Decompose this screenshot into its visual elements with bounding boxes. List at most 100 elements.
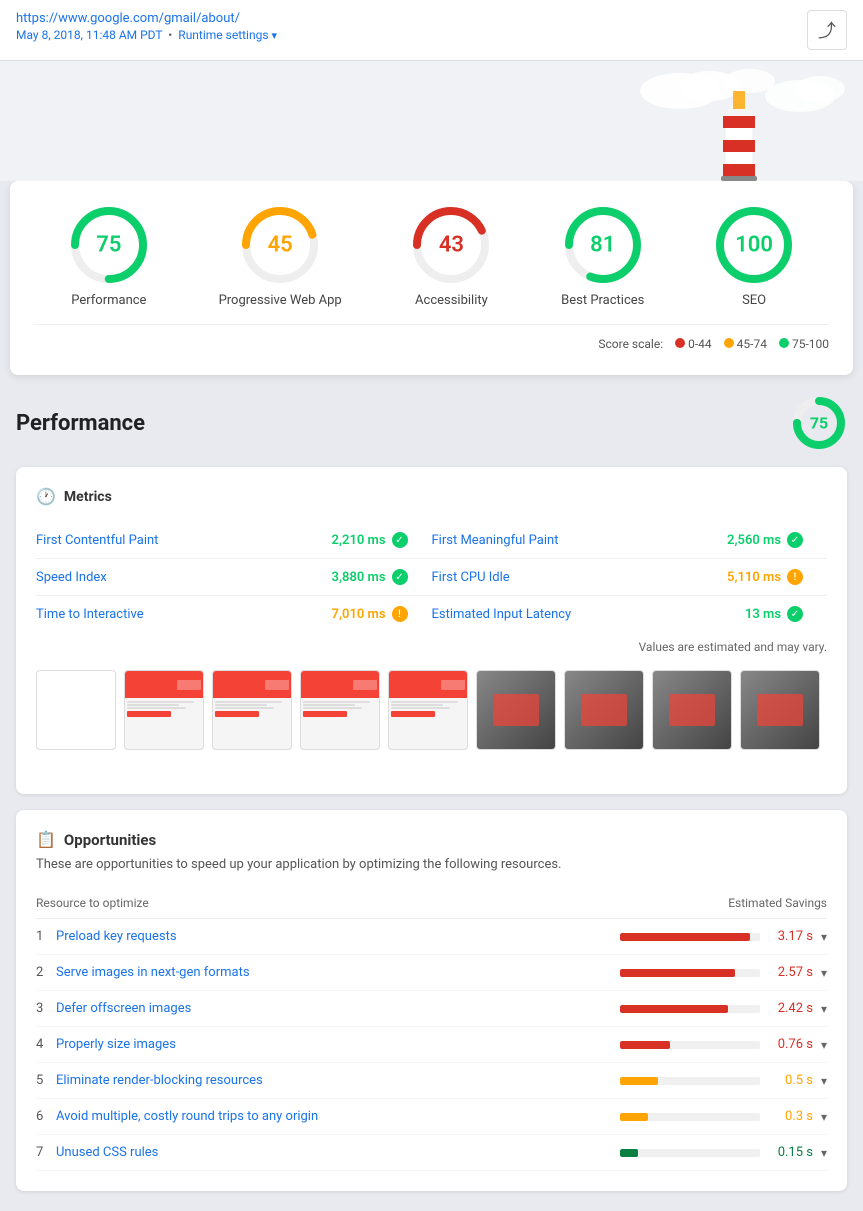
opp-chevron-icon[interactable]: ▾: [821, 1074, 827, 1088]
metric-status-icon: ✓: [787, 606, 803, 622]
metric-row: First CPU Idle 5,110 ms !: [432, 559, 828, 596]
opp-name[interactable]: Defer offscreen images: [56, 1001, 607, 1016]
scale-row: Score scale: 0-44 45-74 75-100: [34, 324, 829, 351]
thumb-photo-overlay: [669, 694, 716, 725]
score-item-accessibility[interactable]: 43 Accessibility: [411, 205, 491, 308]
opp-name[interactable]: Properly size images: [56, 1037, 607, 1052]
opp-right: 3.17 s ▾: [607, 929, 827, 944]
perf-score-number: 75: [810, 414, 828, 433]
opp-icon: 📋: [36, 830, 56, 849]
opp-value: 0.5 s: [768, 1073, 813, 1088]
opp-row[interactable]: 3 Defer offscreen images 2.42 s ▾: [36, 991, 827, 1027]
opp-chevron-icon[interactable]: ▾: [821, 1002, 827, 1016]
score-circle-seo: 100: [714, 205, 794, 285]
filmstrip-frame: [36, 670, 116, 750]
metrics-clock-icon: 🕐: [36, 487, 56, 506]
filmstrip-frame: [212, 670, 292, 750]
score-number-seo: 100: [735, 233, 773, 258]
opp-num: 7: [36, 1145, 56, 1160]
opp-right: 0.76 s ▾: [607, 1037, 827, 1052]
url-link[interactable]: https://www.google.com/gmail/about/: [16, 11, 240, 26]
opp-right: 0.5 s ▾: [607, 1073, 827, 1088]
thumb-top: [213, 671, 291, 698]
score-item-best-practices[interactable]: 81 Best Practices: [561, 205, 644, 308]
opp-name[interactable]: Eliminate render-blocking resources: [56, 1073, 607, 1088]
metric-status-icon: ✓: [787, 532, 803, 548]
opp-name[interactable]: Serve images in next-gen formats: [56, 965, 607, 980]
metric-name: First CPU Idle: [432, 570, 510, 585]
opp-right: 2.42 s ▾: [607, 1001, 827, 1016]
opp-content: Preload key requests 3.17 s ▾: [56, 929, 827, 944]
metric-val-text: 2,560 ms: [727, 533, 781, 548]
score-circle-best-practices: 81: [563, 205, 643, 285]
score-item-performance[interactable]: 75 Performance: [69, 205, 149, 308]
filmstrip-thumb: [213, 671, 291, 749]
lighthouse-header: [0, 61, 863, 181]
runtime-chevron: ▾: [272, 29, 278, 42]
metric-name: First Meaningful Paint: [432, 533, 559, 548]
values-note: Values are estimated and may vary.: [36, 640, 827, 654]
opp-chevron-icon[interactable]: ▾: [821, 1038, 827, 1052]
thumb-body: [125, 698, 203, 749]
opp-bar: [620, 1005, 728, 1013]
opp-value: 0.15 s: [768, 1145, 813, 1160]
metric-row: Estimated Input Latency 13 ms ✓: [432, 596, 828, 632]
scale-dot-red: [675, 338, 685, 348]
filmstrip-frame: [564, 670, 644, 750]
opp-row[interactable]: 4 Properly size images 0.76 s ▾: [36, 1027, 827, 1063]
metric-value: 3,880 ms ✓: [332, 569, 408, 585]
opp-row[interactable]: 2 Serve images in next-gen formats 2.57 …: [36, 955, 827, 991]
opp-chevron-icon[interactable]: ▾: [821, 930, 827, 944]
performance-score-circle: 75: [791, 395, 847, 451]
opp-name[interactable]: Preload key requests: [56, 929, 607, 944]
score-label-accessibility: Accessibility: [415, 293, 488, 308]
opp-bar-container: [620, 1005, 760, 1013]
opp-bar-container: [620, 969, 760, 977]
metric-value: 7,010 ms !: [332, 606, 408, 622]
scale-label: Score scale:: [598, 337, 663, 351]
opp-chevron-icon[interactable]: ▾: [821, 1110, 827, 1124]
opp-row[interactable]: 5 Eliminate render-blocking resources 0.…: [36, 1063, 827, 1099]
scores-card: 75 Performance 45 Progressive Web App 43…: [10, 181, 853, 375]
filmstrip-frame: [476, 670, 556, 750]
opp-num: 3: [36, 1001, 56, 1016]
opp-content: Unused CSS rules 0.15 s ▾: [56, 1145, 827, 1160]
opp-right: 2.57 s ▾: [607, 965, 827, 980]
opp-bar: [620, 1041, 670, 1049]
metric-row: First Meaningful Paint 2,560 ms ✓: [432, 522, 828, 559]
opp-row[interactable]: 7 Unused CSS rules 0.15 s ▾: [36, 1135, 827, 1171]
opp-num: 5: [36, 1073, 56, 1088]
score-circle-accessibility: 43: [411, 205, 491, 285]
scale-red: 0-44: [675, 337, 712, 351]
share-button[interactable]: ⤴: [807, 10, 847, 50]
opp-name[interactable]: Avoid multiple, costly round trips to an…: [56, 1109, 607, 1124]
score-item-pwa[interactable]: 45 Progressive Web App: [219, 205, 342, 308]
opp-row[interactable]: 6 Avoid multiple, costly round trips to …: [36, 1099, 827, 1135]
score-item-seo[interactable]: 100 SEO: [714, 205, 794, 308]
score-number-accessibility: 43: [439, 233, 464, 258]
metric-status-icon: ✓: [392, 569, 408, 585]
score-number-performance: 75: [96, 233, 121, 258]
top-bar: https://www.google.com/gmail/about/ May …: [0, 0, 863, 61]
opp-bar: [620, 969, 735, 977]
opp-content: Serve images in next-gen formats 2.57 s …: [56, 965, 827, 980]
opp-num: 6: [36, 1109, 56, 1124]
score-label-pwa: Progressive Web App: [219, 293, 342, 308]
opp-chevron-icon[interactable]: ▾: [821, 966, 827, 980]
opp-bar: [620, 1077, 658, 1085]
score-number-best-practices: 81: [590, 233, 615, 258]
scale-dot-green: [779, 338, 789, 348]
runtime-settings-link[interactable]: Runtime settings: [178, 28, 268, 42]
metric-row: Speed Index 3,880 ms ✓: [36, 559, 432, 596]
metric-val-text: 2,210 ms: [332, 533, 386, 548]
opp-name[interactable]: Unused CSS rules: [56, 1145, 607, 1160]
opp-row[interactable]: 1 Preload key requests 3.17 s ▾: [36, 919, 827, 955]
opp-value: 0.76 s: [768, 1037, 813, 1052]
opp-bar-container: [620, 1077, 760, 1085]
opp-bar: [620, 933, 750, 941]
thumb-photo-overlay: [493, 694, 540, 725]
opp-num: 4: [36, 1037, 56, 1052]
thumb-top: [301, 671, 379, 698]
opp-chevron-icon[interactable]: ▾: [821, 1146, 827, 1160]
opp-bar: [620, 1149, 638, 1157]
